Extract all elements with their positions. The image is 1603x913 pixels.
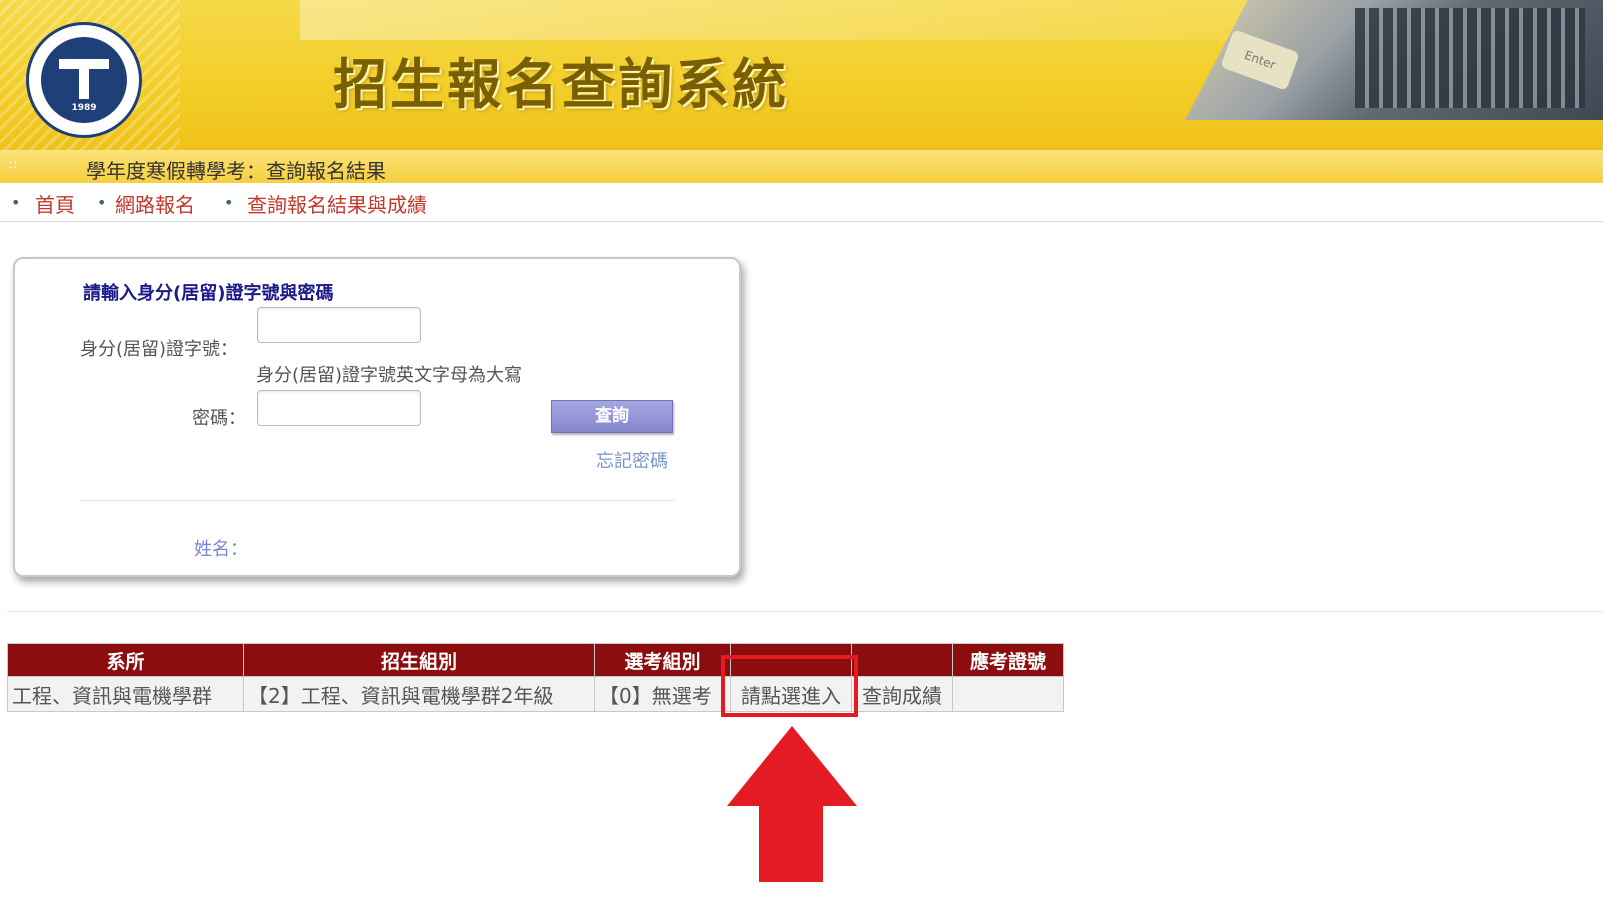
university-logo: 1989 <box>26 22 142 138</box>
panel-divider <box>80 500 674 501</box>
up-arrow-icon <box>727 726 857 882</box>
login-panel: 請輸入身分(居留)證字號與密碼 身分(居留)證字號： 身分(居留)證字號英文字母… <box>13 257 741 577</box>
cell-exam-group: 【0】無選考 <box>594 676 731 712</box>
col-admission-group: 招生組別 <box>243 643 595 677</box>
subtitle-bar: ∷ 學年度寒假轉學考：查詢報名結果 <box>0 150 1603 183</box>
login-heading: 請輸入身分(居留)證字號與密碼 <box>83 283 334 304</box>
breadcrumb-nav: • 首頁 • 網路報名 • 查詢報名結果與成績 <box>0 183 1603 222</box>
logo-year: 1989 <box>71 103 97 113</box>
id-label: 身分(居留)證字號： <box>80 339 239 360</box>
cell-department: 工程、資訊與電機學群 <box>7 676 244 712</box>
query-score-link[interactable]: 查詢成績 <box>851 676 953 712</box>
campus-photo: Enter <box>1185 0 1603 120</box>
section-divider <box>7 611 1603 612</box>
col-exam-group: 選考組別 <box>594 643 731 677</box>
bullet-icon: • <box>11 193 21 212</box>
query-button[interactable]: 查詢 <box>551 400 673 433</box>
nav-online-registration[interactable]: 網路報名 <box>115 189 195 218</box>
subtitle-text: 學年度寒假轉學考：查詢報名結果 <box>86 159 386 183</box>
name-label: 姓名： <box>194 539 248 560</box>
cell-admission-ticket <box>952 676 1064 712</box>
results-table: 系所 招生組別 選考組別 應考證號 工程、資訊與電機學群 【2】工程、資訊與電機… <box>7 643 1064 712</box>
bullet-icon: • <box>97 193 107 212</box>
grid-dots-icon: ∷ <box>9 158 17 172</box>
highlight-box <box>721 655 858 717</box>
nav-query-results[interactable]: 查詢報名結果與成績 <box>247 189 427 218</box>
enter-key-image: Enter <box>1220 29 1300 91</box>
id-hint: 身分(居留)證字號英文字母為大寫 <box>256 365 523 386</box>
password-input[interactable] <box>257 390 421 426</box>
nav-home[interactable]: 首頁 <box>35 189 75 218</box>
banner-glow <box>300 0 1300 40</box>
col-department: 系所 <box>7 643 244 677</box>
col-admission-ticket: 應考證號 <box>952 643 1064 677</box>
page-title: 招生報名查詢系統 <box>333 53 789 116</box>
bullet-icon: • <box>224 193 234 212</box>
col-score <box>851 643 953 677</box>
table-row: 工程、資訊與電機學群 【2】工程、資訊與電機學群2年級 【0】無選考 請點選進入… <box>7 676 1064 712</box>
forgot-password-link[interactable]: 忘記密碼 <box>596 447 668 473</box>
password-label: 密碼： <box>192 408 246 429</box>
id-number-input[interactable] <box>257 307 421 343</box>
table-header-row: 系所 招生組別 選考組別 應考證號 <box>7 643 1064 677</box>
building-image <box>1355 8 1585 108</box>
cell-admission-group: 【2】工程、資訊與電機學群2年級 <box>243 676 595 712</box>
header-banner: 1989 招生報名查詢系統 Enter <box>0 0 1603 150</box>
logo-emblem-icon: 1989 <box>41 37 127 123</box>
